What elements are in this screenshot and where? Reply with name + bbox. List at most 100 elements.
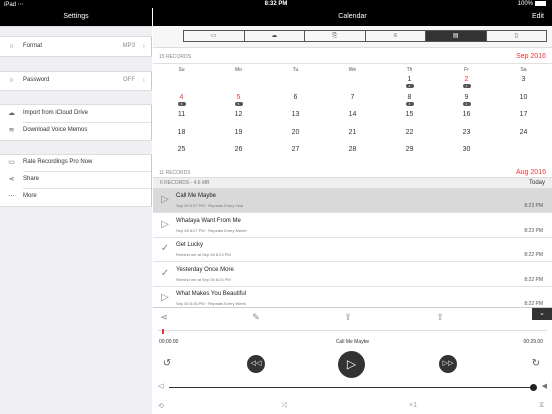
view-calendar-icon[interactable]: ▤ [426, 31, 487, 41]
day-number: 7 [350, 93, 355, 101]
play-button[interactable]: ▷ [338, 351, 365, 378]
recording-detail: Sep 05 8:27 PM · Repeats Every Month [176, 227, 247, 233]
format-value: MP3 [122, 43, 135, 49]
day-number: 20 [291, 128, 300, 136]
total-time: 00:29.00 [523, 339, 543, 345]
day-number: 1 [407, 76, 412, 83]
weekday-label: Tu [292, 67, 299, 73]
battery-percent: 100% [517, 1, 533, 8]
fast-forward-button[interactable]: ▷▷ [439, 355, 457, 373]
rate-row[interactable]: ▭ Rate Recordings Pro Now [0, 154, 152, 171]
calendar-day[interactable]: 27 [267, 146, 324, 163]
aug-record-count: 11 RECORDS [159, 170, 191, 176]
calendar-day[interactable]: 25 [153, 146, 210, 163]
calendar-day[interactable]: 6 [267, 94, 324, 111]
edit-button[interactable]: Edit [532, 8, 544, 26]
volume-knob[interactable] [530, 384, 537, 391]
today-button[interactable]: Today [529, 178, 545, 188]
calendar-day[interactable]: 29 [381, 146, 438, 163]
checkmark-icon[interactable]: ✓ [159, 243, 171, 255]
calendar-day[interactable]: 28 [324, 146, 381, 163]
rewind-button[interactable]: ◁◁ [247, 355, 265, 373]
calendar-day[interactable]: 12 [210, 111, 267, 128]
day-number: 15 [405, 111, 414, 118]
checkmark-icon[interactable]: ✓ [159, 268, 171, 280]
day-number: 16 [462, 111, 471, 118]
timer-icon[interactable]: ⧖ [539, 402, 544, 410]
view-trash-icon[interactable]: ▯ [487, 31, 547, 41]
calendar-day[interactable]: 82 [381, 94, 438, 111]
play-icon[interactable]: ▷ [159, 194, 171, 206]
calendar-day[interactable]: 23 [438, 129, 495, 146]
repeat-icon[interactable]: ⟲ [158, 402, 164, 410]
calendar-day[interactable]: 19 [210, 129, 267, 146]
skip-back-icon[interactable]: ↺ [161, 358, 173, 370]
shuffle-icon[interactable]: ⤨ [281, 402, 287, 410]
calendar-day[interactable]: 26 [210, 146, 267, 163]
progress-bar[interactable] [158, 329, 547, 334]
calendar-day[interactable]: 20 [267, 129, 324, 146]
format-row[interactable]: ○ Format MP3 › [0, 38, 152, 55]
weekday-label: Fr [464, 67, 469, 73]
calendar-day[interactable]: 17 [495, 111, 552, 128]
calendar-day[interactable]: 10 [495, 94, 552, 111]
audio-player: ⋖ ✎ ⇪ ⇧ ⌄ 00:00.00 Call Me Maybe 00:29.0… [153, 307, 552, 414]
view-folder-icon[interactable]: ⎘ [305, 31, 366, 41]
page-title: Calendar [338, 13, 367, 20]
recording-item[interactable]: ▷ Call Me Maybe Sep 05 8:27 PM · Repeats E… [153, 189, 552, 213]
calendar-day[interactable]: 12 [381, 76, 438, 93]
password-row[interactable]: ○ Password OFF › [0, 72, 152, 89]
calendar-day[interactable]: 21 [438, 76, 495, 93]
speed-label[interactable]: ×1 [409, 402, 417, 409]
calendar-day[interactable]: 3 [495, 76, 552, 93]
skip-forward-icon[interactable]: ↻ [530, 358, 542, 370]
volume-slider[interactable] [169, 384, 537, 391]
export-icon[interactable]: ⇪ [341, 310, 355, 324]
import-label: Import from iCloud Drive [23, 110, 89, 116]
play-icon[interactable]: ▷ [159, 292, 171, 304]
download-voice-memos-row[interactable]: ≋ Download Voice Memos [0, 122, 152, 139]
calendar-day[interactable]: 55 [210, 94, 267, 111]
calendar-day[interactable]: 7 [324, 94, 381, 111]
recording-item[interactable]: ✓ Yesterday Once More Remind me at Sep 05 … [153, 263, 552, 287]
view-lines-icon[interactable]: ≡ [366, 31, 426, 41]
view-list-icon[interactable]: ▭ [184, 31, 245, 41]
weekday-label: Th [406, 67, 413, 73]
calendar-day[interactable]: 13 [267, 111, 324, 128]
view-cloud-icon[interactable]: ☁ [245, 31, 305, 41]
recording-item[interactable]: ✓ Get Lucky Remind me at Sep 05 8:23 PM 8:2… [153, 238, 552, 262]
calendar-day[interactable]: 30 [438, 146, 495, 163]
edit-pencil-icon[interactable]: ✎ [249, 310, 263, 324]
calendar-day[interactable]: 11 [153, 111, 210, 128]
format-label: Format [23, 43, 43, 49]
day-number: 8 [407, 93, 412, 101]
battery-indicator: 100% [518, 1, 546, 7]
calendar-day[interactable]: 91 [438, 94, 495, 111]
calendar-day[interactable]: 18 [153, 129, 210, 146]
more-row[interactable]: ⋯ More [0, 188, 152, 205]
track-title: Call Me Maybe [335, 339, 370, 345]
weekday-label: Mo [235, 67, 242, 73]
calendar-day[interactable]: 46 [153, 94, 210, 111]
calendar-day[interactable]: 15 [381, 111, 438, 128]
calendar-day[interactable]: 22 [381, 129, 438, 146]
chevron-right-icon: › [142, 43, 145, 50]
calendar-day[interactable]: 21 [324, 129, 381, 146]
day-number: 24 [519, 128, 528, 136]
sidebar-gap [0, 56, 152, 72]
records-summary: 6 RECORDS - 4.6 MB [160, 180, 210, 186]
play-icon[interactable]: ▷ [159, 219, 171, 231]
password-value: OFF [123, 77, 135, 83]
share-icon[interactable]: ⋖ [157, 310, 171, 324]
recording-item[interactable]: ▷ Whataya Want From Me Sep 05 8:27 PM · Re… [153, 214, 552, 238]
collapse-player-button[interactable]: ⌄ [532, 308, 552, 320]
calendar-day[interactable]: 24 [495, 129, 552, 146]
import-icloud-row[interactable]: ☁ Import from iCloud Drive [0, 105, 152, 122]
record-count-badge: 6 [177, 101, 186, 106]
calendar-day[interactable]: 14 [324, 111, 381, 128]
upload-icon[interactable]: ⇧ [433, 310, 447, 324]
recording-title: Whataya Want From Me [176, 217, 241, 224]
day-number: 21 [348, 128, 357, 136]
share-row[interactable]: ⋖ Share [0, 171, 152, 188]
calendar-day[interactable]: 16 [438, 111, 495, 128]
